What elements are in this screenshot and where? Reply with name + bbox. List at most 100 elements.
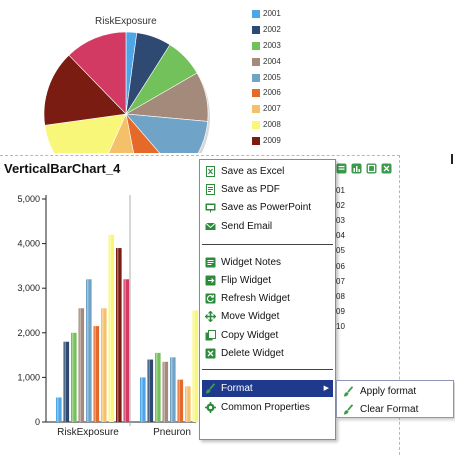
bar-legend-label: 02 xyxy=(336,201,345,211)
legend-item: 2006 xyxy=(252,88,312,104)
legend-item: 2003 xyxy=(252,41,312,57)
bar-Pneuron-2003 xyxy=(155,352,161,422)
brush-icon xyxy=(343,404,354,415)
bar-legend-label: 07 xyxy=(336,276,345,286)
menu-item-flip-widget[interactable]: Flip Widget xyxy=(202,272,333,289)
legend-swatch xyxy=(252,137,260,146)
bar-RiskExposure-2005 xyxy=(86,279,92,422)
bar-highlight xyxy=(178,379,180,422)
legend-label: 2003 xyxy=(263,40,281,50)
bar-highlight xyxy=(171,357,173,422)
bar-RiskExposure-2006 xyxy=(93,326,100,422)
x-tick-label: RiskExposure xyxy=(57,427,119,438)
menu-item-widget-notes[interactable]: Widget Notes xyxy=(202,254,333,271)
legend-label: 2005 xyxy=(263,72,281,82)
menu-item-refresh-widget[interactable]: Refresh Widget xyxy=(202,290,333,307)
legend-label: 2008 xyxy=(263,120,281,130)
menu-item-save-as-powerpoint[interactable]: Save as PowerPoint xyxy=(202,199,333,216)
gear-icon xyxy=(205,402,216,413)
submenu-item-clear-format[interactable]: Clear Format xyxy=(339,401,451,418)
move-icon xyxy=(204,310,217,323)
y-tick-label: 2,000 xyxy=(17,328,40,338)
bar-RiskExposure-2003 xyxy=(71,332,77,422)
menu-item-send-email[interactable]: Send Email xyxy=(202,218,333,235)
bar-Pneuron-2005 xyxy=(170,357,176,422)
flip-icon xyxy=(205,275,216,286)
menu-item-label: Send Email xyxy=(221,221,273,232)
legend-label: 2006 xyxy=(263,88,281,98)
pie-chart xyxy=(43,31,210,153)
menu-separator xyxy=(202,244,333,245)
bar-RiskExposure-2010 xyxy=(123,279,130,422)
format-submenu: Apply format Clear Format xyxy=(336,380,454,418)
menu-item-format[interactable]: Format ▶ xyxy=(202,380,333,397)
powerpoint-icon xyxy=(205,202,216,213)
menu-item-label: Move Widget xyxy=(221,311,280,322)
submenu-item-label: Clear Format xyxy=(360,404,419,415)
brush-icon xyxy=(205,383,216,394)
bar-highlight xyxy=(141,377,143,422)
pie-chart-title: RiskExposure xyxy=(95,16,157,27)
legend-label: 2009 xyxy=(263,136,281,146)
bar-legend-label: 10 xyxy=(336,321,345,331)
widget-menu-icon[interactable] xyxy=(336,161,347,174)
menu-separator xyxy=(202,369,333,370)
legend-item: 2001 xyxy=(252,9,312,25)
bar-RiskExposure-2009 xyxy=(116,248,122,422)
menu-item-label: Delete Widget xyxy=(221,348,284,359)
menu-item-delete-widget[interactable]: Delete Widget xyxy=(202,345,333,362)
bar-RiskExposure-2004 xyxy=(78,308,85,422)
widget-chart-icon[interactable] xyxy=(351,161,362,174)
bar-highlight xyxy=(163,361,165,422)
refresh-icon xyxy=(205,293,216,304)
menu-item-label: Save as Excel xyxy=(221,166,285,177)
menu-item-label: Refresh Widget xyxy=(221,293,290,304)
menu-item-common-properties[interactable]: Common Properties xyxy=(202,399,333,416)
legend-label: 2004 xyxy=(263,56,281,66)
bar-Pneuron-2004 xyxy=(162,361,169,422)
legend-item: 2004 xyxy=(252,57,312,73)
bar-highlight xyxy=(87,279,89,422)
bar-Pneuron-2001 xyxy=(140,377,146,422)
delete-icon xyxy=(205,348,216,359)
bar-highlight xyxy=(156,352,158,422)
legend-swatch xyxy=(252,10,260,18)
menu-item-label: Flip Widget xyxy=(221,275,272,286)
bar-highlight xyxy=(186,386,188,422)
bar-highlight xyxy=(79,308,81,422)
menu-item-label: Widget Notes xyxy=(221,257,282,268)
submenu-arrow-icon: ▶ xyxy=(323,385,329,392)
bar-legend-label: 09 xyxy=(336,306,345,316)
bar-Pneuron-2008 xyxy=(192,310,199,422)
bar-RiskExposure-2008 xyxy=(108,234,115,422)
bar-RiskExposure-2001 xyxy=(56,397,62,422)
pie-legend: 2001200220032004200520062007200820092010 xyxy=(252,9,312,152)
x-tick-label: Pneuron xyxy=(153,427,191,438)
widget-maximize-icon[interactable] xyxy=(366,161,377,174)
bar-highlight xyxy=(193,310,195,422)
legend-swatch xyxy=(252,25,260,34)
bar-highlight xyxy=(94,326,96,422)
text-cursor xyxy=(451,154,453,164)
bar-highlight xyxy=(117,248,119,422)
legend-swatch xyxy=(252,73,260,82)
bar-highlight xyxy=(72,332,74,422)
y-tick-label: 3,000 xyxy=(17,283,40,293)
bar-Pneuron-2007 xyxy=(185,386,191,422)
bar-legend-label: 05 xyxy=(336,246,345,256)
menu-item-save-as-excel[interactable]: Save as Excel xyxy=(202,163,333,180)
submenu-item-apply-format[interactable]: Apply format xyxy=(339,383,451,400)
bar-RiskExposure-2007 xyxy=(101,308,107,422)
bar-legend-label: 03 xyxy=(336,216,345,226)
widget-close-icon[interactable] xyxy=(381,161,392,174)
bar-legend-label: 06 xyxy=(336,261,345,271)
legend-swatch xyxy=(252,41,260,50)
menu-item-copy-widget[interactable]: Copy Widget xyxy=(202,327,333,344)
legend-label: 2007 xyxy=(263,104,281,114)
pdf-icon xyxy=(205,184,216,195)
legend-item: 2008 xyxy=(252,120,312,136)
legend-label: 2002 xyxy=(263,24,281,34)
legend-item: 2005 xyxy=(252,73,312,89)
menu-item-save-as-pdf[interactable]: Save as PDF xyxy=(202,181,333,198)
menu-item-move-widget[interactable]: Move Widget xyxy=(202,308,333,325)
